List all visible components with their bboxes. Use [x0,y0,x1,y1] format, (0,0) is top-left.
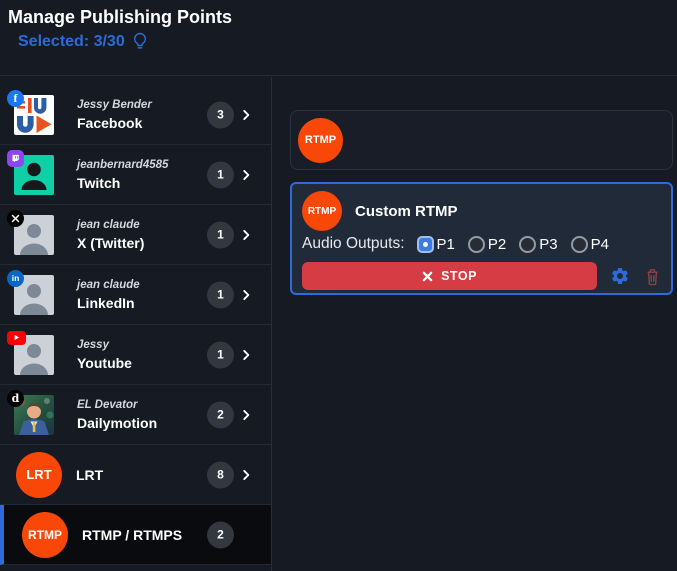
radio-selected-icon [417,236,434,253]
twitch-badge-icon [7,150,24,167]
platform-name: Twitch [77,175,168,191]
audio-outputs-label: Audio Outputs: [302,235,405,253]
count-badge: 1 [207,341,234,368]
stop-x-icon [422,271,433,282]
radio-label: P2 [488,236,506,253]
row-youtube[interactable]: Jessy Youtube 1 [0,325,271,385]
audio-outputs-row: Audio Outputs: P1 P2 P3 P4 [302,235,661,253]
audio-output-p2-radio[interactable]: P2 [468,236,506,253]
platform-name: LinkedIn [77,295,140,311]
platform-name: Facebook [77,115,152,131]
custom-rtmp-endpoint-card[interactable]: RTMP Custom RTMP Audio Outputs: P1 P2 P3 [290,182,673,295]
chevron-right-icon [239,348,253,362]
chevron-right-icon [239,408,253,422]
count-badge: 1 [207,281,234,308]
row-dailymotion[interactable]: d EL Devator Dailymotion 2 [0,385,271,445]
radio-label: P1 [437,236,455,253]
rtmp-circle-icon: RTMP [22,512,68,558]
count-badge: 1 [207,161,234,188]
radio-unselected-icon [571,236,588,253]
chevron-right-icon [239,288,253,302]
count-badge: 3 [207,101,234,128]
lrt-circle-icon: LRT [16,452,62,498]
linkedin-avatar: in [14,275,54,315]
manage-publishing-points-window: Manage Publishing Points Selected: 3/30 [0,0,677,571]
publishing-points-list: f Jessy Bender Facebook 3 [0,77,272,571]
account-username: Jessy [77,339,132,351]
account-username: jean claude [77,219,144,231]
platform-name: LRT [76,467,103,483]
row-facebook[interactable]: f Jessy Bender Facebook 3 [0,85,271,145]
account-username: jeanbernard4585 [77,159,168,171]
account-username: EL Devator [77,399,157,411]
audio-output-p4-radio[interactable]: P4 [571,236,609,253]
chevron-right-icon [239,228,253,242]
stop-button-label: STOP [441,269,477,283]
row-linkedin[interactable]: in jean claude LinkedIn 1 [0,265,271,325]
row-x-twitter[interactable]: jean claude X (Twitter) 1 [0,205,271,265]
count-badge: 2 [207,401,234,428]
twitch-avatar [14,155,54,195]
radio-unselected-icon [519,236,536,253]
youtube-badge-icon [7,331,26,345]
account-username: Jessy Bender [77,99,152,111]
chevron-right-icon [239,168,253,182]
rtmp-endpoint-circle-icon: RTMP [302,191,342,231]
platform-name: RTMP / RTMPS [82,527,182,543]
linkedin-badge-icon: in [7,270,24,287]
selected-counter: Selected: 3/30 [18,32,148,51]
chevron-right-icon [239,468,253,482]
row-rtmp-rtmps-selected[interactable]: RTMP RTMP / RTMPS 2 [0,505,271,565]
endpoint-title: Custom RTMP [355,203,458,220]
rtmp-group-card[interactable]: RTMP [290,110,673,170]
settings-gear-icon[interactable] [610,266,630,286]
x-avatar [14,215,54,255]
detail-panel: RTMP RTMP Custom RTMP Audio Outputs: P1 … [273,77,677,571]
count-badge: 2 [207,521,234,548]
count-badge: 1 [207,221,234,248]
facebook-badge-icon: f [7,90,24,107]
rtmp-group-circle-icon: RTMP [298,118,343,163]
delete-trash-icon[interactable] [644,267,661,286]
account-username: jean claude [77,279,140,291]
row-twitch[interactable]: jeanbernard4585 Twitch 1 [0,145,271,205]
chevron-right-icon [239,108,253,122]
stop-button[interactable]: STOP [302,262,597,290]
dailymotion-avatar: d [14,395,54,435]
youtube-avatar [14,335,54,375]
selected-count-text: Selected: 3/30 [18,33,125,51]
platform-name: X (Twitter) [77,235,144,251]
platform-name: Dailymotion [77,415,157,431]
facebook-avatar: f [14,95,54,135]
audio-output-p3-radio[interactable]: P3 [519,236,557,253]
x-badge-icon [7,210,24,227]
page-title: Manage Publishing Points [8,7,232,28]
dailymotion-badge-icon: d [7,390,24,407]
count-badge: 8 [207,461,234,488]
row-lrt[interactable]: LRT LRT 8 [0,445,271,505]
hint-lightbulb-icon[interactable] [132,32,148,51]
radio-label: P4 [591,236,609,253]
audio-output-p1-radio[interactable]: P1 [417,236,455,253]
radio-label: P3 [539,236,557,253]
radio-unselected-icon [468,236,485,253]
header: Manage Publishing Points Selected: 3/30 [0,0,677,76]
platform-name: Youtube [77,355,132,371]
